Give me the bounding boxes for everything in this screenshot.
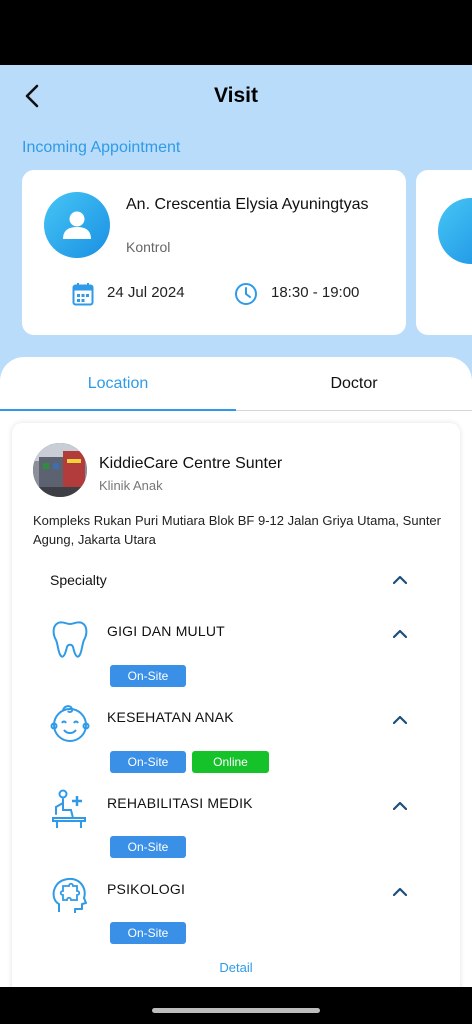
visit-type: Kontrol [126,239,171,255]
home-indicator[interactable] [152,1008,320,1013]
detail-link[interactable]: Detail [12,960,460,975]
system-nav-bar [0,987,472,1024]
specialty-item-toggle-button[interactable] [390,881,410,901]
appointment-card[interactable]: An. Crescentia Elysia Ayuningtyas Kontro… [22,170,406,335]
clinic-photo [33,443,87,497]
top-bar: Visit [0,65,472,127]
appointment-date: 24 Jul 2024 [107,284,185,301]
tab-bar: Location Doctor [0,357,472,411]
specialty-toggle-button[interactable] [390,569,410,589]
incoming-appointment-label: Incoming Appointment [22,139,181,156]
avatar [44,192,110,258]
puzzle-head-icon [52,877,87,913]
next-appointment-card[interactable] [416,170,472,335]
specialty-name: PSIKOLOGI [107,881,186,897]
specialty-name: GIGI DAN MULUT [107,623,225,639]
specialty-header: Specialty [50,572,107,588]
active-tab-indicator [0,409,236,411]
specialty-item-toggle-button[interactable] [390,795,410,815]
tab-doctor[interactable]: Doctor [236,357,472,411]
patient-name: An. Crescentia Elysia Ayuningtyas [126,196,369,213]
appointment-time: 18:30 - 19:00 [271,284,360,301]
clock-icon [235,283,257,305]
calendar-icon [72,283,94,306]
detail-sheet: Location Doctor KiddieCare Centre Sunter… [0,357,472,987]
rehabilitation-icon [52,789,86,828]
specialty-item-toggle-button[interactable] [390,709,410,729]
onsite-badge: On-Site [110,665,186,687]
onsite-badge: On-Site [110,922,186,944]
visit-screen: Visit Incoming Appointment An. Crescenti… [0,65,472,987]
clinic-name: KiddieCare Centre Sunter [99,455,283,472]
tooth-icon [52,621,88,658]
clinic-address: Kompleks Rukan Puri Mutiara Blok BF 9-12… [33,513,441,547]
onsite-badge: On-Site [110,751,186,773]
onsite-badge: On-Site [110,836,186,858]
specialty-item-toggle-button[interactable] [390,623,410,643]
baby-face-icon [50,705,90,742]
tab-location[interactable]: Location [0,357,236,411]
chevron-up-icon [393,715,407,724]
clinic-card: KiddieCare Centre Sunter Klinik Anak Kom… [12,423,460,987]
status-bar [0,0,472,65]
chevron-up-icon [393,887,407,896]
clinic-type: Klinik Anak [99,478,163,493]
chevron-up-icon [393,575,407,584]
chevron-up-icon [393,801,407,810]
user-icon [63,211,91,239]
page-title: Visit [214,84,258,107]
chevron-up-icon [393,629,407,638]
avatar [438,198,472,264]
online-badge: Online [192,751,269,773]
specialty-name: KESEHATAN ANAK [107,709,234,725]
specialty-name: REHABILITASI MEDIK [107,795,253,811]
